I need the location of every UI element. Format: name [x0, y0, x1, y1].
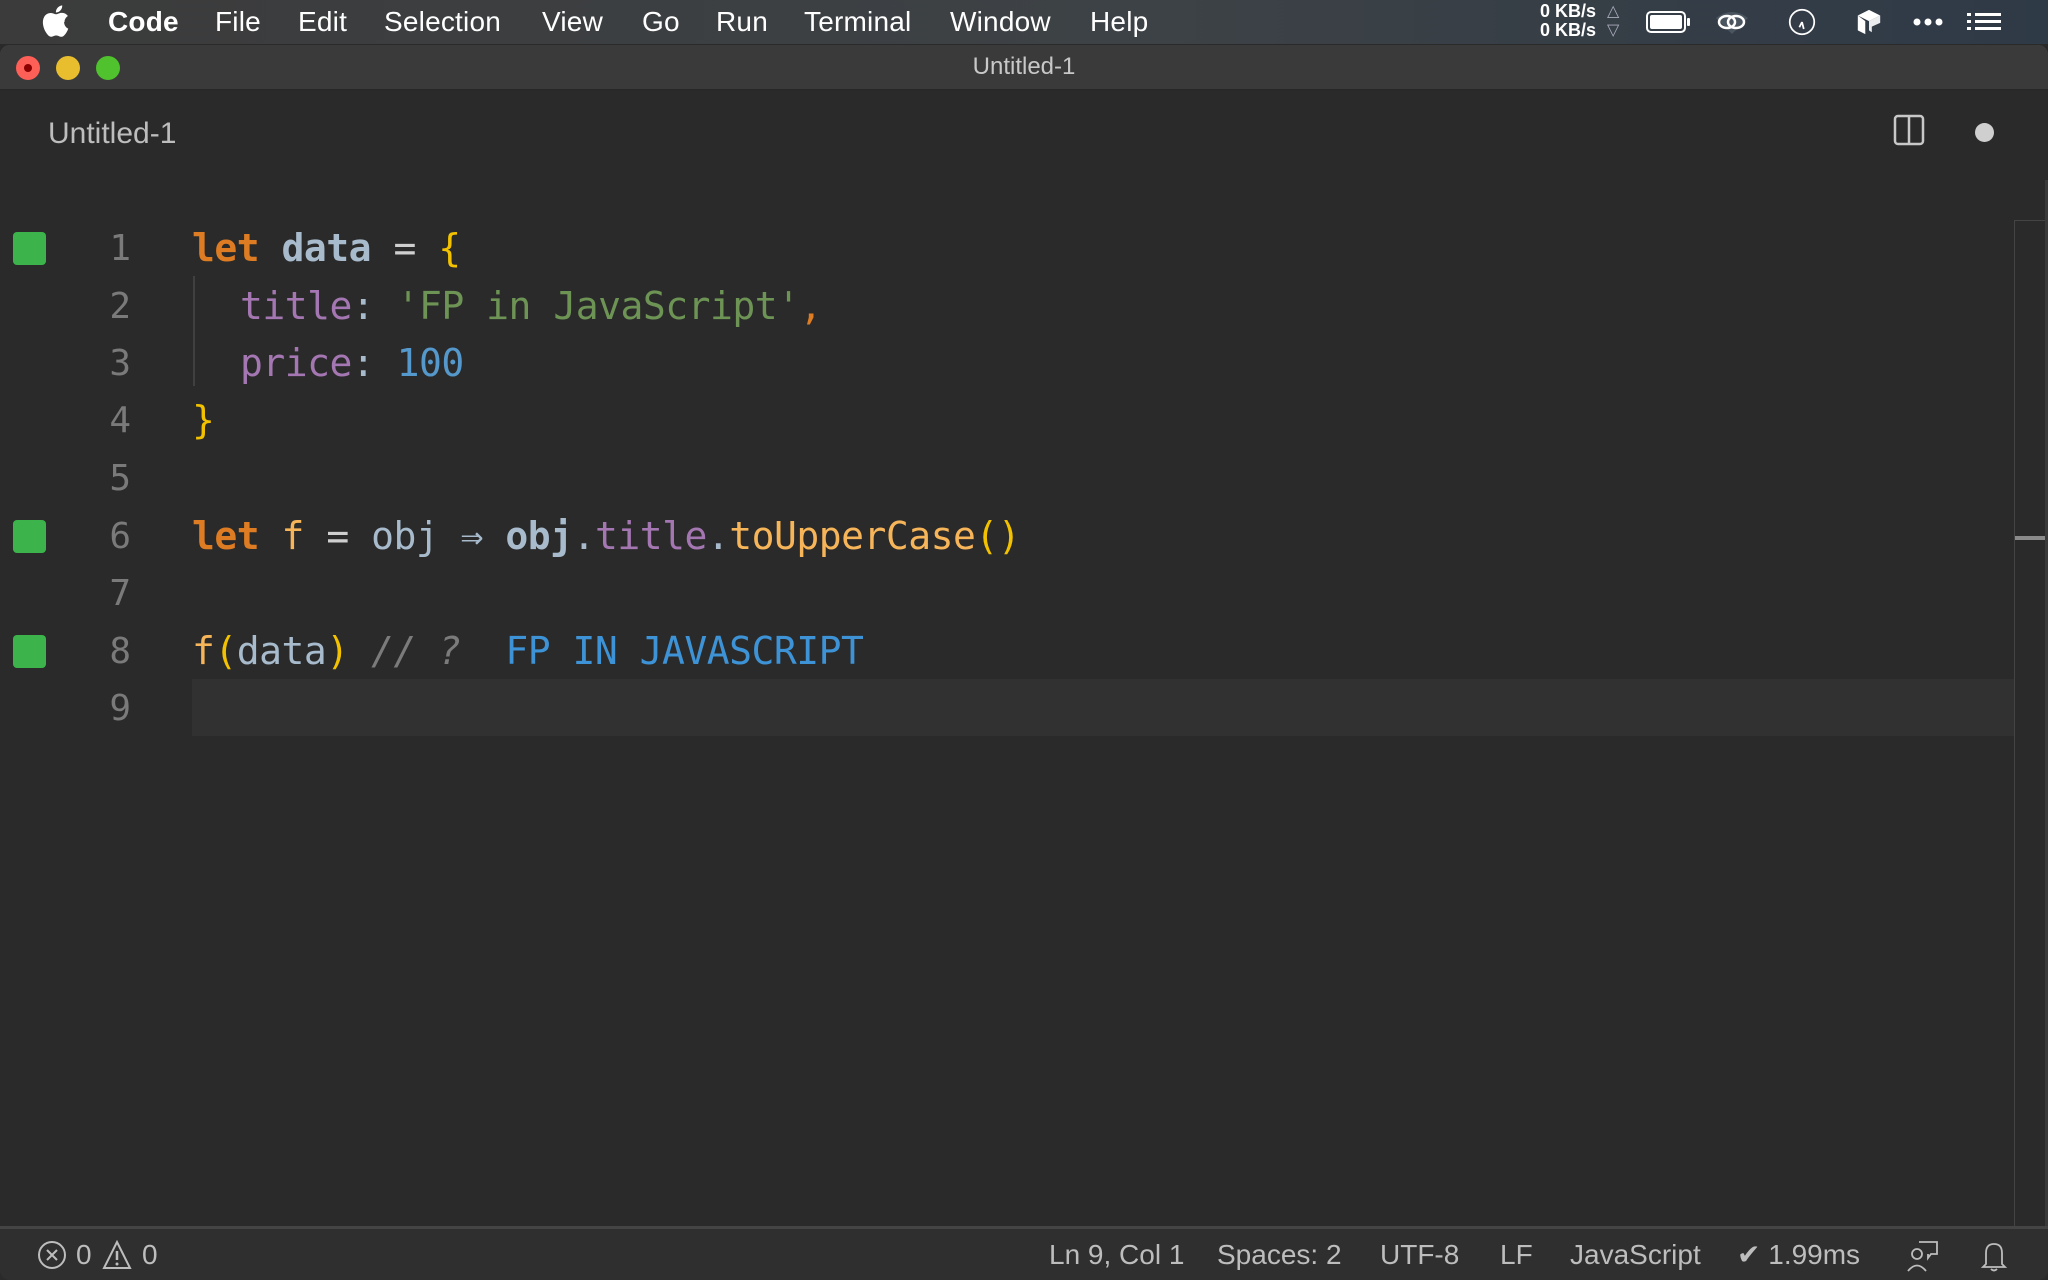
quokka-timing[interactable]: ✔ 1.99ms	[1737, 1240, 1860, 1270]
overview-ruler-top	[2014, 220, 2048, 221]
line-number: 6	[109, 516, 131, 557]
net-download: 0 KB/s	[1540, 20, 1597, 40]
current-line-highlight	[192, 679, 2015, 736]
colon: :	[351, 284, 375, 328]
variable: obj	[505, 514, 573, 558]
dropbox-icon[interactable]	[1854, 8, 1884, 36]
apple-icon[interactable]	[40, 4, 70, 38]
code-editor[interactable]: 1 2 3 4 5 6 7 8 9 let data = { title: 'F…	[0, 180, 2048, 1230]
paren: (	[975, 514, 998, 558]
net-upload: 0 KB/s	[1540, 1, 1597, 21]
tab-untitled-1[interactable]: Untitled-1	[48, 117, 176, 151]
menu-help[interactable]: Help	[1090, 6, 1148, 38]
paren: )	[326, 629, 349, 673]
variable: data	[281, 226, 372, 270]
comma: ,	[799, 284, 822, 328]
argument: data	[236, 629, 327, 673]
operator: =	[326, 514, 349, 558]
list-icon[interactable]	[1966, 8, 2002, 36]
function-call: f	[192, 629, 215, 673]
network-arrows: △ ▽	[1607, 2, 1619, 40]
arrow-operator: ⇒	[460, 514, 484, 558]
editor-tab-bar: Untitled-1	[0, 90, 2048, 180]
dot: .	[572, 514, 596, 558]
code-line-4: }	[192, 392, 215, 449]
property: title	[594, 514, 707, 558]
code-line-8: f(data) // ? FP IN JAVASCRIPT	[192, 623, 864, 680]
vscode-window: Untitled-1 Untitled-1 1 2 3 4 5 6 7 8 9 …	[0, 45, 2048, 1280]
line-number: 5	[109, 458, 131, 499]
method-name: toUpperCase	[729, 514, 976, 558]
property: price	[240, 341, 352, 385]
string: 'FP in JavaScript'	[396, 284, 800, 328]
dot: .	[706, 514, 730, 558]
error-count[interactable]: 0	[76, 1240, 92, 1270]
quokka-comment: // ?	[371, 629, 461, 673]
warning-icon[interactable]	[102, 1240, 132, 1270]
inline-result: FP IN JAVASCRIPT	[505, 629, 864, 673]
overview-ruler[interactable]	[2014, 220, 2015, 1230]
paren: )	[997, 514, 1021, 558]
indentation-setting[interactable]: Spaces: 2	[1217, 1240, 1342, 1270]
line-number: 2	[109, 286, 131, 327]
parameter: obj	[371, 514, 439, 558]
network-speed[interactable]: 0 KB/s 0 KB/s	[1540, 2, 1596, 40]
paren: (	[214, 629, 237, 673]
code-line-2: title: 'FP in JavaScript',	[240, 278, 822, 335]
line-number: 9	[109, 688, 131, 729]
down-arrow-icon: ▽	[1607, 22, 1620, 39]
notifications-bell-icon[interactable]	[1980, 1240, 2008, 1272]
code-line-6: let f = obj ⇒ obj.title.toUpperCase()	[192, 508, 1021, 565]
coverage-marker-line-8	[13, 635, 46, 668]
operator: =	[393, 226, 416, 270]
keyword: let	[192, 514, 260, 558]
menu-run[interactable]: Run	[716, 6, 768, 38]
colon: :	[351, 341, 375, 385]
language-mode[interactable]: JavaScript	[1570, 1240, 1701, 1270]
menu-terminal[interactable]: Terminal	[804, 6, 911, 38]
warning-count[interactable]: 0	[142, 1240, 158, 1270]
menu-view[interactable]: View	[542, 6, 603, 38]
brace: }	[192, 398, 215, 442]
code-line-1: let data = {	[192, 220, 461, 277]
menu-selection[interactable]: Selection	[384, 6, 501, 38]
cursor-position[interactable]: Ln 9, Col 1	[1049, 1240, 1184, 1270]
indent-guide	[193, 276, 195, 386]
window-title: Untitled-1	[972, 53, 1076, 80]
clock-icon[interactable]	[1786, 8, 1818, 36]
menu-bar: Code File Edit Selection View Go Run Ter…	[0, 0, 2048, 44]
number: 100	[396, 341, 465, 385]
property: title	[240, 284, 352, 328]
split-editor-icon[interactable]	[1893, 114, 1925, 146]
error-icon[interactable]	[37, 1240, 67, 1270]
encoding-setting[interactable]: UTF-8	[1380, 1240, 1459, 1270]
coverage-marker-line-1	[13, 232, 46, 265]
creative-cloud-icon[interactable]	[1712, 8, 1752, 36]
line-number: 8	[109, 631, 131, 672]
overview-ruler-cursor-mark	[2015, 536, 2048, 540]
line-number: 7	[109, 573, 131, 614]
menu-edit[interactable]: Edit	[298, 6, 347, 38]
brace: {	[438, 226, 461, 270]
line-number: 1	[109, 228, 131, 269]
menu-window[interactable]: Window	[950, 6, 1051, 38]
menu-file[interactable]: File	[215, 6, 261, 38]
keyword: let	[192, 226, 260, 270]
code-line-3: price: 100	[240, 335, 464, 392]
title-bar: Untitled-1	[0, 45, 2048, 90]
more-icon[interactable]	[1912, 8, 1944, 36]
up-arrow-icon: △	[1607, 3, 1620, 20]
menu-app-code[interactable]: Code	[108, 6, 179, 38]
battery-icon[interactable]	[1645, 8, 1693, 36]
menu-go[interactable]: Go	[642, 6, 680, 38]
line-number: 4	[109, 400, 131, 441]
coverage-marker-line-6	[13, 520, 46, 553]
status-bar: 0 0 Ln 9, Col 1 Spaces: 2 UTF-8 LF JavaS…	[0, 1226, 2048, 1280]
feedback-icon[interactable]	[1905, 1240, 1939, 1272]
function-name: f	[281, 514, 305, 558]
unsaved-changes-dot-icon[interactable]	[1975, 123, 1994, 142]
eol-setting[interactable]: LF	[1500, 1240, 1533, 1270]
line-number: 3	[109, 343, 131, 384]
